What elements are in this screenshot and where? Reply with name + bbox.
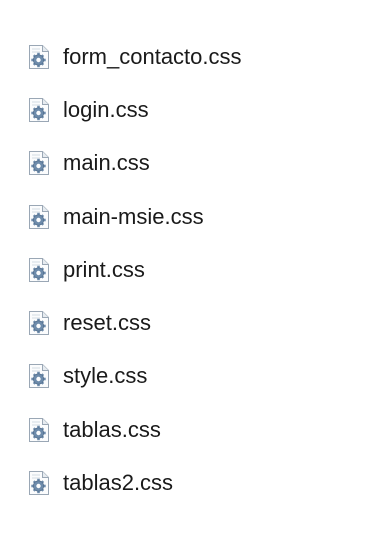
file-name-label: form_contacto.css: [63, 43, 242, 69]
file-name-label: reset.css: [63, 310, 152, 336]
file-name-label: print.css: [63, 256, 145, 282]
file-item-3[interactable]: main.css: [28, 137, 376, 190]
file-item-6[interactable]: reset.css: [28, 296, 376, 349]
css-file-icon: [28, 150, 50, 176]
file-item-1[interactable]: form_contacto.css: [28, 30, 376, 83]
file-name-label: login.css: [63, 96, 149, 122]
file-item-9[interactable]: tablas2.css: [28, 456, 376, 509]
file-item-7[interactable]: style.css: [28, 350, 376, 403]
file-name-label: tablas.css: [63, 416, 161, 442]
css-file-icon: [28, 417, 50, 443]
file-name-label: main-msie.css: [63, 203, 204, 229]
css-file-icon: [28, 363, 50, 389]
file-item-4[interactable]: main-msie.css: [28, 190, 376, 243]
css-file-icon: [28, 44, 50, 70]
file-list: form_contacto.css login.css main.css mai…: [0, 0, 376, 533]
css-file-icon: [28, 470, 50, 496]
file-name-label: tablas2.css: [63, 470, 174, 496]
file-item-2[interactable]: login.css: [28, 83, 376, 136]
css-file-icon: [28, 257, 50, 283]
file-item-5[interactable]: print.css: [28, 243, 376, 296]
file-name-label: main.css: [63, 150, 150, 176]
css-file-icon: [28, 310, 50, 336]
file-item-8[interactable]: tablas.css: [28, 403, 376, 456]
css-file-icon: [28, 204, 50, 230]
css-file-icon: [28, 97, 50, 123]
file-name-label: style.css: [63, 363, 148, 389]
